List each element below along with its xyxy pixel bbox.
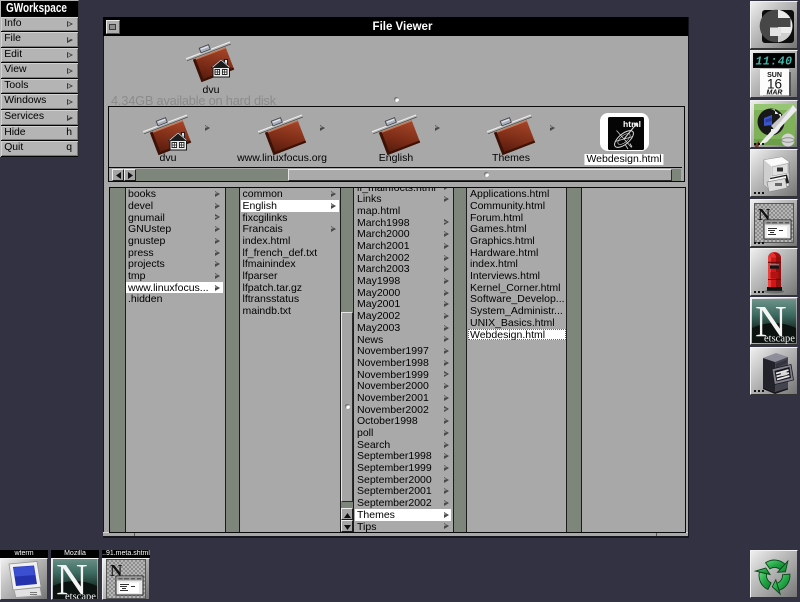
- svg-text:11:40: 11:40: [755, 56, 792, 69]
- svg-text:etscape: etscape: [764, 334, 795, 345]
- svg-text:MAR: MAR: [767, 90, 783, 97]
- svg-text:etscape: etscape: [65, 592, 96, 601]
